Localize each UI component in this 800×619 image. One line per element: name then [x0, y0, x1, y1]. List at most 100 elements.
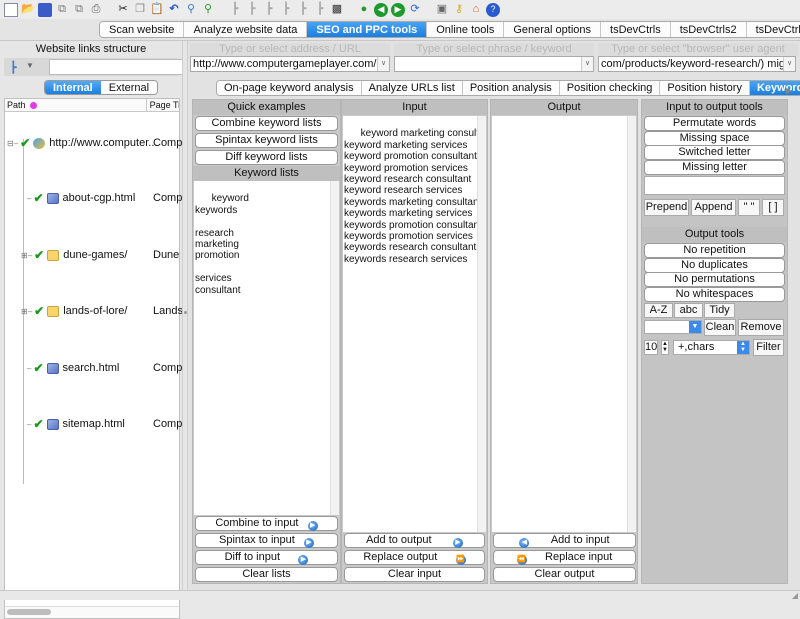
replace-output-button[interactable]: Replace output ⏩: [344, 550, 485, 565]
sort-az-button[interactable]: A-Z: [644, 303, 673, 318]
count-field[interactable]: 10: [644, 340, 658, 355]
tab-general-options[interactable]: General options: [504, 22, 602, 37]
tree-tool-3-icon[interactable]: ┣: [262, 3, 276, 17]
missing-space-button[interactable]: Missing space: [644, 131, 785, 146]
diff-keyword-lists-button[interactable]: Diff keyword lists: [195, 150, 338, 165]
tab-scan-website[interactable]: Scan website: [100, 22, 185, 37]
tab-position-checking[interactable]: Position checking: [559, 81, 661, 95]
expand-icon[interactable]: ⊞–: [21, 307, 32, 316]
input-textarea[interactable]: keyword marketing consultant keyword mar…: [343, 116, 486, 532]
tree-view-icon[interactable]: ┣: [10, 61, 17, 74]
tab-online-tools[interactable]: Online tools: [427, 22, 505, 37]
clear-output-button[interactable]: Clear output: [493, 567, 636, 582]
phrase-combo[interactable]: ∨: [394, 56, 594, 72]
paste-icon[interactable]: 📋: [150, 3, 164, 17]
collapse-icon[interactable]: ⊟–: [7, 139, 18, 148]
keyword-lists-textarea[interactable]: keyword keywords research marketing prom…: [194, 181, 339, 515]
spintax-keyword-lists-button[interactable]: Spintax keyword lists: [195, 133, 338, 148]
no-whitespaces-button[interactable]: No whitespaces: [644, 287, 785, 302]
affix-input[interactable]: [644, 176, 785, 195]
tree-tool-1-icon[interactable]: ┣: [228, 3, 242, 17]
no-repetition-button[interactable]: No repetition: [644, 243, 785, 258]
key-icon[interactable]: ⚷: [452, 3, 466, 17]
tab-tsdevctrls2[interactable]: tsDevCtrls2: [670, 22, 747, 37]
resize-grip-icon[interactable]: ◢: [792, 591, 798, 600]
tree-tool-4-icon[interactable]: ┣: [279, 3, 293, 17]
tree-node[interactable]: – ✔ search.html Comp: [27, 361, 182, 375]
tree-node[interactable]: ⊟– ✔ http://www.computer... Comp: [7, 136, 182, 150]
user-agent-combo[interactable]: com/products/keyword-research/) miggibot…: [598, 56, 796, 72]
chevron-down-icon[interactable]: ∨: [783, 57, 795, 71]
filter-button[interactable]: Filter: [753, 339, 784, 356]
forward-icon[interactable]: ▶: [391, 2, 405, 17]
missing-letter-button[interactable]: Missing letter: [644, 160, 785, 175]
crawl-icon[interactable]: ●: [357, 3, 371, 17]
refresh-icon[interactable]: ⟳: [408, 3, 422, 17]
vertical-scrollbar[interactable]: [627, 116, 636, 532]
quotes-button[interactable]: " ": [738, 199, 760, 216]
chevron-down-icon[interactable]: ∨: [377, 57, 389, 71]
save-all-icon[interactable]: ⧉: [55, 3, 69, 17]
count-stepper[interactable]: ▲ ▼: [661, 340, 669, 355]
tree-tool-5-icon[interactable]: ┣: [296, 3, 310, 17]
replace-input-button[interactable]: ⏪ Replace input: [493, 550, 636, 565]
tab-analyze-urls-list[interactable]: Analyze URLs list: [361, 81, 463, 95]
tree-tool-2-icon[interactable]: ┣: [245, 3, 259, 17]
tab-tsdevctrls3[interactable]: tsDevCtrls3: [746, 22, 800, 37]
remove-button[interactable]: Remove: [738, 319, 784, 336]
print-icon[interactable]: ⎙: [89, 3, 103, 17]
open-folder-icon[interactable]: 📂: [21, 3, 35, 17]
sort-abc-button[interactable]: abc: [674, 303, 703, 318]
clean-select[interactable]: ▼: [644, 320, 702, 334]
brackets-button[interactable]: [ ]: [762, 199, 784, 216]
cart-icon[interactable]: ▣: [435, 3, 449, 17]
scrollbar-thumb[interactable]: [7, 609, 51, 615]
column-path[interactable]: Path: [5, 99, 147, 111]
filter-select[interactable]: +,chars ▲ ▼: [673, 340, 750, 355]
copy-project-icon[interactable]: ⧉: [72, 3, 86, 17]
tab-analyze-website-data[interactable]: Analyze website data: [184, 22, 308, 37]
segment-internal[interactable]: Internal: [45, 81, 101, 94]
links-tree[interactable]: Path Page Ti ⊟– ✔ http://www.computer...…: [4, 98, 183, 619]
tree-search-input[interactable]: [49, 59, 183, 75]
new-file-icon[interactable]: ​: [4, 2, 18, 17]
undo-icon[interactable]: ↶: [167, 3, 181, 17]
vertical-scrollbar[interactable]: [477, 116, 486, 532]
tree-tool-6-icon[interactable]: ┣: [313, 3, 327, 17]
tab-tsdevctrls[interactable]: tsDevCtrls: [601, 22, 671, 37]
tab-on-page-keyword-analysis[interactable]: On-page keyword analysis: [217, 81, 362, 95]
tree-node[interactable]: – ✔ about-cgp.html Comp: [27, 191, 182, 205]
expand-icon[interactable]: ⊞–: [21, 251, 32, 260]
combine-to-input-button[interactable]: Combine to input ▶: [195, 516, 338, 531]
column-page-title[interactable]: Page Ti: [147, 99, 179, 111]
home-icon[interactable]: ⌂: [469, 3, 483, 17]
tab-position-history[interactable]: Position history: [660, 81, 750, 95]
chevron-down-icon[interactable]: ∨: [581, 57, 593, 71]
tidy-button[interactable]: Tidy: [704, 303, 735, 318]
tab-keywords-and-lists[interactable]: Keywords and lists: [749, 81, 800, 95]
vertical-scrollbar[interactable]: [330, 181, 339, 515]
combine-keyword-lists-button[interactable]: Combine keyword lists: [195, 116, 338, 131]
cut-icon[interactable]: ✂: [116, 3, 130, 17]
save-icon[interactable]: [38, 2, 52, 17]
output-textarea[interactable]: [492, 116, 636, 532]
append-button[interactable]: Append: [691, 199, 736, 216]
add-to-input-button[interactable]: ◀ Add to input: [493, 533, 636, 548]
segment-external[interactable]: External: [100, 81, 158, 94]
help-icon[interactable]: ?: [486, 2, 500, 17]
diff-to-input-button[interactable]: Diff to input ▶: [195, 550, 338, 565]
tree-node[interactable]: ⊞– ✔ lands-of-lore/ Lands: [21, 304, 183, 318]
clear-lists-button[interactable]: Clear lists: [195, 567, 338, 582]
back-icon[interactable]: ◀: [374, 2, 388, 17]
find-replace-icon[interactable]: ⚲: [201, 3, 215, 17]
clean-button[interactable]: Clean: [704, 319, 736, 336]
permutate-words-button[interactable]: Permutate words: [644, 116, 785, 131]
spintax-to-input-button[interactable]: Spintax to input ▶: [195, 533, 338, 548]
copy-icon[interactable]: ❐: [133, 3, 147, 17]
tree-node[interactable]: ⊞– ✔ dune-games/ Dune: [21, 248, 179, 262]
horizontal-scrollbar[interactable]: [5, 606, 179, 618]
tree-node[interactable]: – ✔ sitemap.html Comp: [27, 417, 182, 431]
tab-seo-and-ppc-tools[interactable]: SEO and PPC tools: [307, 22, 428, 37]
find-icon[interactable]: ⚲: [184, 3, 198, 17]
chevron-down-icon[interactable]: ▼: [26, 61, 34, 70]
